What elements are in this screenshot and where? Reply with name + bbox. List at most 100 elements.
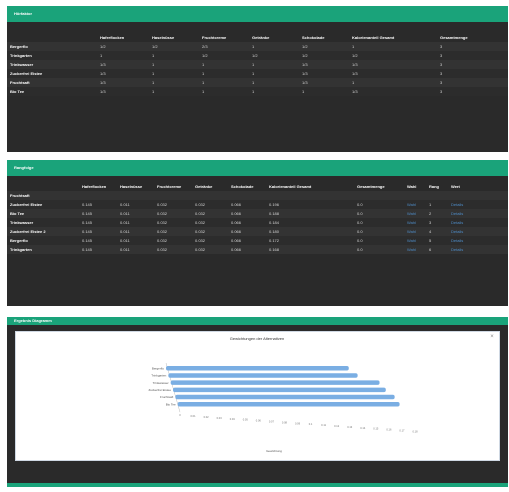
x-tick-label: 0.01 bbox=[191, 414, 197, 418]
table-cell: 1 bbox=[202, 80, 205, 85]
x-tick-label: 0.02 bbox=[204, 415, 210, 419]
close-icon[interactable]: × bbox=[489, 334, 495, 340]
row-link[interactable]: Wahl bbox=[404, 218, 426, 227]
table-cell: 1 bbox=[302, 89, 305, 94]
table-cell: 1/2 bbox=[202, 53, 208, 58]
category-label: Bergerflo bbox=[152, 366, 165, 370]
ranking-panel-title: Rangfolge bbox=[7, 160, 508, 176]
x-tick-label: 0.16 bbox=[386, 428, 392, 432]
table-cell bbox=[354, 191, 404, 200]
column-header: Wert bbox=[451, 184, 460, 189]
row-link[interactable]: Details bbox=[448, 227, 508, 236]
column-header: Fruchtcreme bbox=[202, 35, 227, 40]
column-header: Gesamtmenge bbox=[357, 184, 385, 189]
table-cell: 0.0 bbox=[357, 202, 363, 207]
table-cell: 2/3 bbox=[202, 44, 208, 49]
table-row: Trinkgarten 1 1 1/2 1/2 1/2 1/2 3 bbox=[7, 51, 508, 60]
row-label: Zuckerfrei Eistee 2 bbox=[10, 229, 46, 234]
table-cell bbox=[266, 191, 354, 200]
row-label: Bio Tee bbox=[10, 89, 25, 94]
table-cell: 0.066 bbox=[231, 247, 242, 252]
x-tick-label: 0.04 bbox=[230, 417, 236, 421]
x-tick-label: 0.05 bbox=[243, 418, 249, 422]
table-cell: 0.180 bbox=[269, 229, 280, 234]
table-cell: 0.172 bbox=[269, 238, 280, 243]
table-cell: 0.032 bbox=[195, 229, 206, 234]
column-header bbox=[7, 33, 97, 42]
table-row: Trinkwasser 0.145 0.011 0.032 0.032 0.066 0.18… bbox=[7, 218, 508, 227]
row-link[interactable]: Wahl bbox=[404, 209, 426, 218]
table-cell: 0.196 bbox=[269, 202, 280, 207]
criteria-panel-title: Hörfaktor bbox=[7, 6, 508, 22]
table-cell: 0.032 bbox=[195, 211, 206, 216]
table-cell: 1 bbox=[100, 53, 103, 58]
table-cell: 0.032 bbox=[157, 220, 168, 225]
x-tick-label: 0.17 bbox=[399, 429, 405, 433]
table-cell: 0.032 bbox=[157, 247, 168, 252]
table-cell: 1 bbox=[252, 89, 255, 94]
table-cell: 4 bbox=[429, 229, 432, 234]
table-cell: 2 bbox=[429, 211, 432, 216]
table-cell: 0.032 bbox=[157, 229, 168, 234]
table-row: Bergerflo 0.145 0.011 0.032 0.032 0.066 0.172 0… bbox=[7, 236, 508, 245]
column-header: Fruchtcreme bbox=[157, 184, 182, 189]
table-row: Trinkgarten 0.145 0.011 0.032 0.032 0.066 0.16… bbox=[7, 245, 508, 254]
table-cell: 1/2 bbox=[152, 44, 158, 49]
table-cell: 1/3 bbox=[352, 71, 358, 76]
panel-side-tab[interactable] bbox=[0, 165, 7, 172]
table-cell: 0.0 bbox=[357, 229, 363, 234]
x-tick-label: 0.15 bbox=[373, 427, 379, 431]
table-cell: 1/2 bbox=[100, 44, 106, 49]
row-link[interactable]: Details bbox=[448, 245, 508, 254]
column-header: Haselnüsse bbox=[120, 184, 143, 189]
column-header: Getränke bbox=[195, 184, 213, 189]
row-link[interactable]: Wahl bbox=[404, 227, 426, 236]
column-header: Schokolade bbox=[231, 184, 254, 189]
table-cell: 1/3 bbox=[100, 71, 106, 76]
table-cell bbox=[448, 191, 508, 200]
table-cell: 0.145 bbox=[82, 202, 93, 207]
table-cell: 5 bbox=[429, 238, 432, 243]
table-cell: 1/3 bbox=[302, 71, 308, 76]
row-link[interactable]: Details bbox=[448, 236, 508, 245]
row-label: Zuckerfrei Eistee bbox=[10, 71, 43, 76]
row-link[interactable]: Wahl bbox=[404, 236, 426, 245]
row-label: Trinkgarten bbox=[10, 247, 32, 252]
table-cell: 0.011 bbox=[120, 220, 130, 225]
column-header: Ha­ferflocken bbox=[100, 35, 125, 40]
x-tick-label: 0.03 bbox=[217, 416, 223, 420]
table-row: Zuckerfrei Eistee 1/3 1 1 1 1/3 1/3 3 bbox=[7, 69, 508, 78]
row-link[interactable]: Details bbox=[448, 200, 508, 209]
row-link[interactable]: Details bbox=[448, 209, 508, 218]
ranking-table: Haferflocken Haselnüsse Fruchtcreme Getränk… bbox=[7, 182, 508, 254]
table-cell: 0.011 bbox=[120, 229, 130, 234]
table-cell: 0.032 bbox=[157, 238, 168, 243]
ranking-panel: Rangfolge Haferflocken Haselnüsse Fruchtcr… bbox=[0, 160, 508, 306]
chart-bar bbox=[177, 402, 400, 407]
row-link[interactable]: Details bbox=[448, 218, 508, 227]
x-tick-label: 0.13 bbox=[347, 425, 353, 429]
table-cell: 1/2 bbox=[352, 53, 358, 58]
category-label: Fruchtsaft bbox=[160, 395, 174, 399]
table-cell: 0.011 bbox=[120, 247, 130, 252]
table-cell bbox=[426, 191, 448, 200]
row-link[interactable]: Wahl bbox=[404, 245, 426, 254]
criteria-panel: Hörfaktor Ha­ferflocken Haselnüsse Fruchtc… bbox=[7, 6, 508, 152]
table-cell: 0.032 bbox=[157, 202, 168, 207]
chart-bar bbox=[166, 366, 349, 371]
row-label: Fruchtsaft bbox=[10, 193, 30, 198]
row-label: Trinkgarten bbox=[10, 53, 32, 58]
table-row: Bio Tee 0.145 0.011 0.032 0.032 0.066 0.188 0.0… bbox=[7, 209, 508, 218]
criteria-table: Ha­ferflocken Haselnüsse Fruchtcreme Geträn… bbox=[7, 33, 508, 96]
table-cell: 1/3 bbox=[100, 89, 106, 94]
table-cell: 0.032 bbox=[195, 220, 206, 225]
table-cell: 1/3 bbox=[352, 89, 358, 94]
table-cell: 1/2 bbox=[302, 53, 308, 58]
chart-bar bbox=[173, 387, 386, 393]
row-link[interactable]: Wahl bbox=[404, 200, 426, 209]
table-row: Fruchtsaft 1/3 1 1 1 1/3 1 3 bbox=[7, 78, 508, 87]
column-header: Getränke bbox=[252, 35, 270, 40]
table-cell: 1 bbox=[252, 44, 255, 49]
table-cell: 0.066 bbox=[231, 229, 242, 234]
x-tick-label: 0.06 bbox=[256, 419, 262, 423]
